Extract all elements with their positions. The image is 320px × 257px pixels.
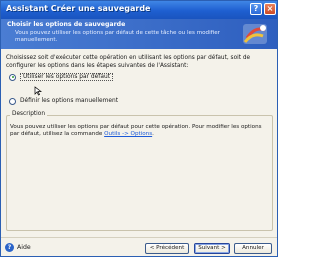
help-icon[interactable]: ?	[5, 243, 14, 252]
help-label[interactable]: Aide	[17, 244, 31, 251]
wizard-window: Assistant Créer une sauvegarde ? × Chois…	[0, 0, 278, 257]
title-bar: Assistant Créer une sauvegarde ? ×	[1, 1, 277, 19]
title-help-button[interactable]: ?	[250, 3, 262, 15]
cancel-button[interactable]: Annuler	[234, 243, 272, 254]
previous-button[interactable]: < Précédent	[145, 243, 189, 254]
option-default-label[interactable]: Utiliser les options par défaut	[20, 73, 114, 81]
help-link[interactable]: ? Aide	[5, 243, 31, 252]
next-button[interactable]: Suivant >	[194, 243, 230, 254]
description-text: Vous pouvez utiliser les options par déf…	[10, 124, 268, 139]
mouse-cursor-icon	[34, 86, 42, 96]
description-legend: Description	[10, 111, 48, 117]
option-manual[interactable]: Définir les options manuellement	[9, 96, 118, 106]
wizard-header: Choisir les options de sauvegarde Vous p…	[1, 19, 277, 49]
wizard-graphic-icon	[243, 24, 267, 44]
options-link[interactable]: Outils -> Options	[104, 131, 152, 137]
option-manual-label[interactable]: Définir les options manuellement	[20, 98, 118, 104]
radio-manual[interactable]	[9, 97, 16, 105]
step-title: Choisir les options de sauvegarde	[7, 21, 126, 28]
radio-default-selected[interactable]	[9, 73, 16, 81]
step-subtitle: Vous pouvez utiliser les options par déf…	[15, 30, 220, 43]
window-title: Assistant Créer une sauvegarde	[6, 4, 151, 13]
option-default[interactable]: Utiliser les options par défaut	[9, 72, 114, 82]
footer-divider	[1, 237, 277, 238]
description-text-after: .	[152, 131, 154, 138]
close-button[interactable]: ×	[264, 3, 276, 15]
intro-text: Choisissez soit d'exécuter cette opérati…	[6, 55, 251, 69]
